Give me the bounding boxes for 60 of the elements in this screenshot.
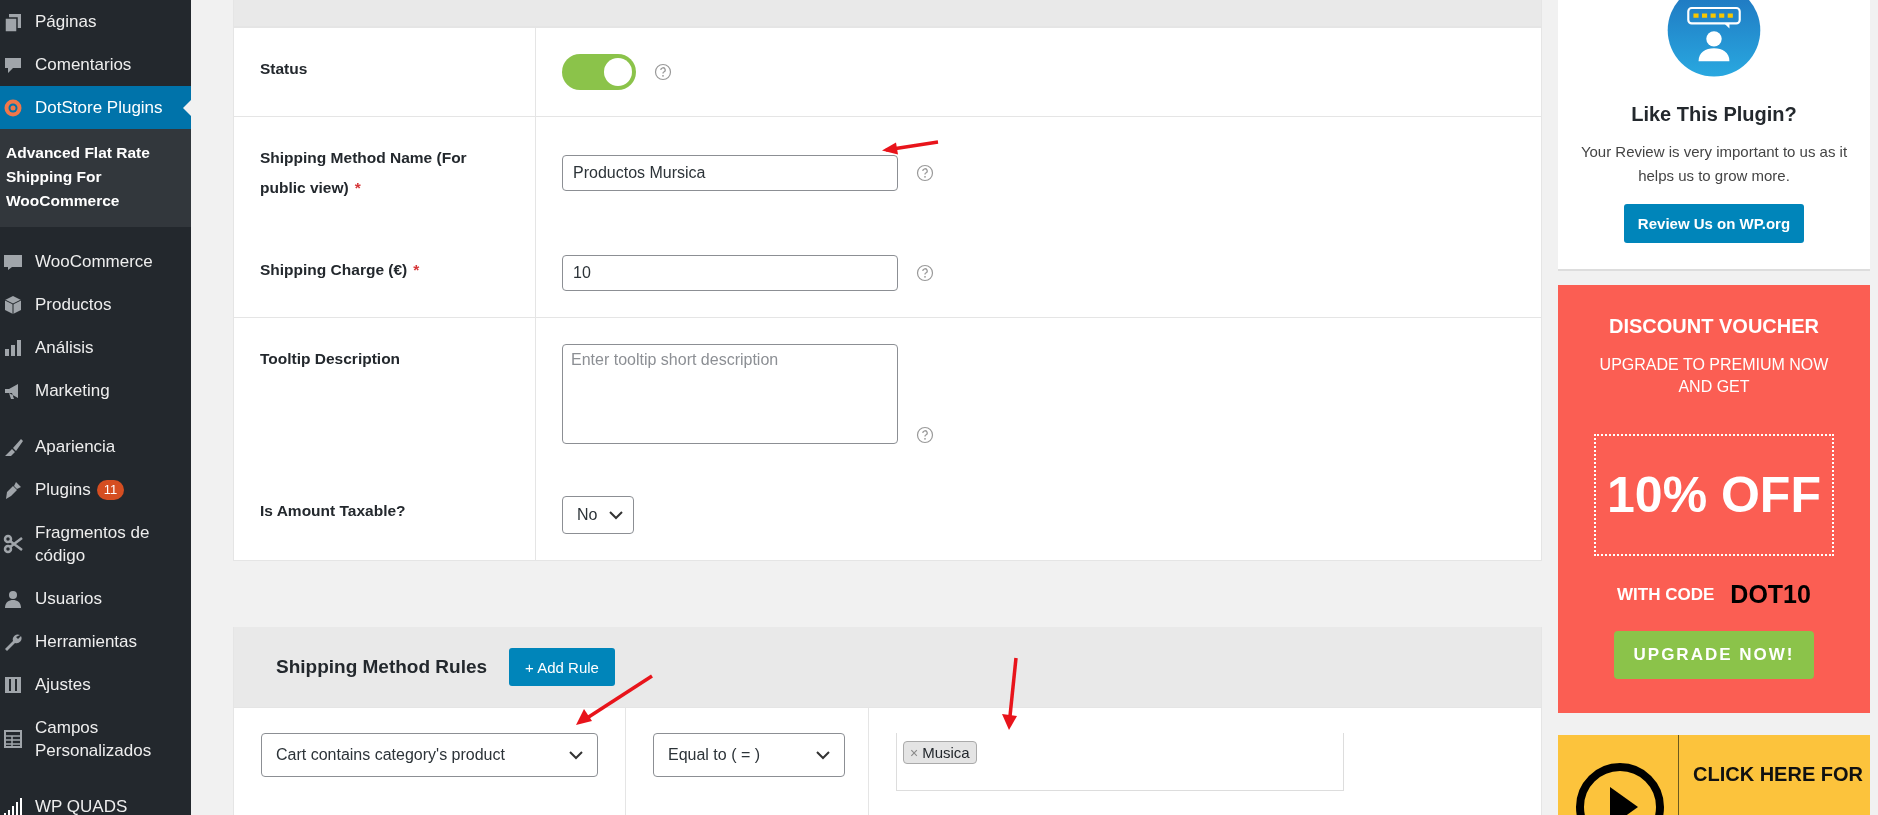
code-label: WITH CODE bbox=[1617, 584, 1715, 605]
sidebar-item[interactable]: Comentarios bbox=[0, 43, 191, 86]
help-icon[interactable] bbox=[654, 63, 672, 81]
sidebar-item[interactable]: Herramientas bbox=[0, 620, 191, 663]
voucher-subtitle: UPGRADE TO PREMIUM NOW AND GET bbox=[1598, 355, 1830, 397]
signal-icon bbox=[3, 796, 23, 815]
sliders-icon bbox=[3, 674, 23, 695]
video-banner[interactable]: CLICK HERE FOR bbox=[1558, 735, 1870, 815]
sidebar-item[interactable]: Campos Personalizados bbox=[0, 706, 191, 772]
sidebar-item[interactable]: Apariencia bbox=[0, 425, 191, 468]
sidebar-item[interactable]: Usuarios bbox=[0, 577, 191, 620]
select-field[interactable]: No bbox=[562, 496, 635, 534]
tag[interactable]: × Musica bbox=[903, 741, 977, 764]
plug-icon bbox=[3, 479, 23, 500]
coupon-code: DOT10 bbox=[1730, 580, 1811, 609]
user-icon bbox=[3, 588, 23, 609]
count-badge: 11 bbox=[96, 479, 125, 500]
banner-text: CLICK HERE FOR bbox=[1692, 762, 1863, 787]
field-label: Tooltip Description bbox=[260, 349, 401, 369]
sidebar-item[interactable]: Plugins 11 bbox=[0, 468, 191, 511]
operator-select[interactable]: Equal to ( = ) bbox=[653, 733, 845, 777]
sidebar-item[interactable]: Fragmentos de código bbox=[0, 511, 191, 577]
voucher-title: DISCOUNT VOUCHER bbox=[1609, 315, 1819, 338]
chevron-icon bbox=[569, 750, 583, 760]
status-toggle[interactable] bbox=[562, 54, 636, 90]
card-text: Your Review is very important to us as it helps us to grow more. bbox=[1579, 141, 1849, 186]
help-icon[interactable] bbox=[916, 426, 934, 444]
target-icon bbox=[3, 97, 23, 118]
text-field[interactable]: 10 bbox=[562, 255, 898, 291]
field-label: Status bbox=[260, 59, 308, 79]
chevron-icon bbox=[816, 750, 830, 760]
sidebar-item[interactable]: Análisis bbox=[0, 326, 191, 369]
card-title: Like This Plugin? bbox=[1631, 102, 1797, 126]
add-rule-button[interactable]: + Add Rule bbox=[509, 648, 615, 686]
sidebar-item[interactable]: Páginas bbox=[0, 0, 191, 43]
sidebar-item[interactable]: DotStore Plugins bbox=[0, 86, 191, 129]
tag-field[interactable]: × Musica bbox=[896, 733, 1344, 791]
help-icon[interactable] bbox=[916, 264, 934, 282]
box-icon bbox=[3, 294, 23, 315]
wrench-icon bbox=[3, 631, 23, 652]
sidebar-item[interactable]: WooCommerce bbox=[0, 240, 191, 283]
help-icon[interactable] bbox=[916, 164, 934, 182]
table-icon bbox=[3, 729, 23, 749]
section-title: Shipping Method Rules bbox=[276, 656, 488, 678]
sidebar-item[interactable]: Marketing bbox=[0, 369, 191, 412]
field-label: Shipping Charge (€) * bbox=[260, 260, 420, 280]
sidebar-item[interactable]: Ajustes bbox=[0, 663, 191, 706]
pages-icon bbox=[3, 11, 23, 32]
sidebar-item[interactable]: Productos bbox=[0, 283, 191, 326]
chevron-icon bbox=[609, 510, 624, 520]
field-label: Is Amount Taxable? bbox=[260, 501, 406, 521]
condition-select[interactable]: Cart contains category's product bbox=[261, 733, 598, 777]
text-field[interactable]: Productos Mursica bbox=[562, 155, 898, 191]
bar-chart-icon bbox=[3, 337, 23, 358]
review-button[interactable]: Review Us on WP.org bbox=[1623, 203, 1805, 243]
field-label: Shipping Method Name (For public view) * bbox=[260, 148, 468, 198]
sidebar-item[interactable]: WP QUADS bbox=[0, 785, 191, 815]
scissors-icon bbox=[3, 534, 23, 554]
brush-icon bbox=[3, 436, 23, 457]
discount-text: 10% OFF bbox=[1594, 434, 1834, 556]
